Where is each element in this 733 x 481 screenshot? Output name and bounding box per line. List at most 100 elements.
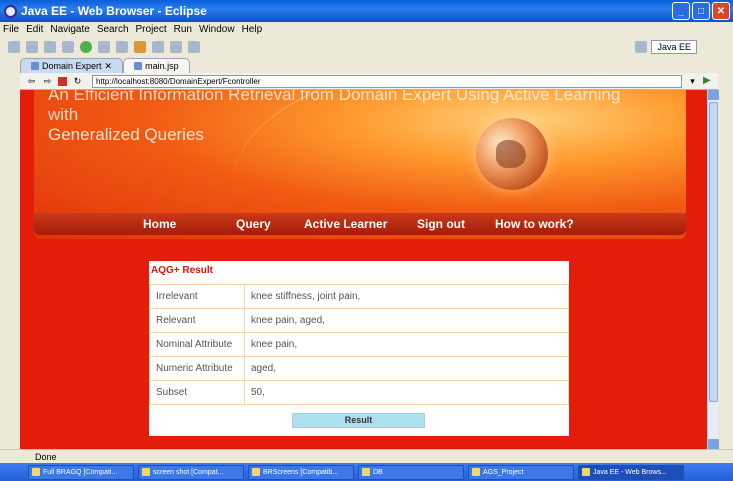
scroll-thumb[interactable]: [709, 102, 718, 402]
save-icon[interactable]: [26, 41, 38, 53]
url-input[interactable]: [92, 74, 682, 88]
tab-domain-expert[interactable]: Domain Expert ✕: [20, 58, 124, 73]
taskbar-item-label: AGS_Project: [483, 468, 524, 476]
right-trim: [718, 57, 733, 449]
menubar: File Edit Navigate Search Project Run Wi…: [0, 22, 733, 37]
row-label: Nominal Attribute: [149, 332, 245, 357]
run-icon[interactable]: [80, 41, 92, 53]
jsp-file-icon: [134, 62, 143, 70]
open-type-icon[interactable]: [134, 41, 146, 53]
menu-help[interactable]: Help: [242, 24, 263, 35]
nav-query[interactable]: Query: [236, 217, 271, 231]
result-panel: AQG+ Result Irrelevant knee stiffness, j…: [149, 261, 569, 436]
status-bar: Done: [0, 449, 733, 463]
taskbar-item[interactable]: DB: [358, 464, 464, 480]
tab-close-icon[interactable]: ✕: [105, 61, 113, 72]
perspective-switcher[interactable]: Java EE: [635, 39, 697, 55]
status-text: Done: [35, 451, 57, 462]
row-label: Relevant: [149, 308, 245, 333]
row-value: 50,: [244, 380, 569, 405]
new-class-icon[interactable]: [116, 41, 128, 53]
row-value: knee pain, aged,: [244, 308, 569, 333]
nav-home[interactable]: Home: [143, 217, 176, 231]
page-scrollbar[interactable]: [707, 90, 719, 449]
row-value: knee pain,: [244, 332, 569, 357]
menu-window[interactable]: Window: [199, 24, 235, 35]
debug-icon[interactable]: [62, 41, 74, 53]
menu-run[interactable]: Run: [174, 24, 192, 35]
back-icon[interactable]: ⇦: [26, 76, 37, 87]
tab-main-jsp[interactable]: main.jsp: [123, 58, 190, 73]
scroll-up-icon[interactable]: [708, 90, 719, 100]
eclipse-icon: [4, 4, 17, 18]
menu-project[interactable]: Project: [136, 24, 167, 35]
new-server-icon[interactable]: [98, 41, 110, 53]
back-nav-icon[interactable]: [170, 41, 182, 53]
web-page: An Efficient Information Retrieval from …: [20, 90, 707, 449]
search-icon[interactable]: [152, 41, 164, 53]
new-icon[interactable]: [8, 41, 20, 53]
url-dropdown-icon[interactable]: ▾: [687, 76, 698, 87]
table-row: Numeric Attribute aged,: [149, 356, 569, 381]
site-title-line-1: An Efficient Information Retrieval from …: [48, 90, 621, 124]
go-icon[interactable]: ▶: [703, 75, 715, 87]
table-row: Subset 50,: [149, 380, 569, 405]
word-doc-icon: [32, 468, 40, 476]
taskbar-item-label: BRScreens [Compatib...: [263, 468, 339, 476]
result-title: AQG+ Result: [151, 265, 213, 276]
menu-edit[interactable]: Edit: [26, 24, 43, 35]
menu-file[interactable]: File: [3, 24, 19, 35]
nav-active-learner[interactable]: Active Learner: [304, 217, 387, 231]
row-value: aged,: [244, 356, 569, 381]
scroll-down-icon[interactable]: [708, 439, 719, 449]
window-controls: _ □ ✕: [672, 2, 730, 20]
main-toolbar: [0, 37, 733, 57]
print-icon[interactable]: [44, 41, 56, 53]
word-doc-icon: [142, 468, 150, 476]
taskbar-item-label: DB: [373, 468, 383, 476]
taskbar-item-label: Full BRAGQ [Compati...: [43, 468, 118, 476]
menu-search[interactable]: Search: [97, 24, 129, 35]
minimize-button[interactable]: _: [672, 2, 690, 20]
table-row: Irrelevant knee stiffness, joint pain,: [149, 284, 569, 309]
nav-sign-out[interactable]: Sign out: [417, 217, 465, 231]
close-button[interactable]: ✕: [712, 2, 730, 20]
forward-icon[interactable]: ⇨: [42, 76, 53, 87]
row-label: Numeric Attribute: [149, 356, 245, 381]
tab-label: Domain Expert: [42, 61, 102, 71]
editor-tabs: Domain Expert ✕ main.jsp: [20, 57, 718, 73]
row-label: Irrelevant: [149, 284, 245, 309]
row-value: knee stiffness, joint pain,: [244, 284, 569, 309]
word-doc-icon: [252, 468, 260, 476]
site-title: An Efficient Information Retrieval from …: [48, 90, 648, 145]
taskbar-item-label: screen shot [Compat...: [153, 468, 224, 476]
nav-how-to-work[interactable]: How to work?: [495, 217, 574, 231]
taskbar: Full BRAGQ [Compati... screen shot [Comp…: [0, 463, 733, 481]
taskbar-item[interactable]: Java EE - Web Brows...: [578, 464, 684, 480]
table-row: Nominal Attribute knee pain,: [149, 332, 569, 357]
window-titlebar: Java EE - Web Browser - Eclipse _ □ ✕: [0, 0, 733, 22]
window-title: Java EE - Web Browser - Eclipse: [21, 4, 207, 18]
taskbar-item-label: Java EE - Web Brows...: [593, 468, 667, 476]
taskbar-item[interactable]: screen shot [Compat...: [138, 464, 244, 480]
stop-icon[interactable]: [58, 76, 67, 86]
eclipse-icon: [582, 468, 590, 476]
open-perspective-icon[interactable]: [635, 41, 648, 53]
taskbar-item[interactable]: Full BRAGQ [Compati...: [28, 464, 134, 480]
site-title-line-2: Generalized Queries: [48, 125, 204, 144]
taskbar-item[interactable]: AGS_Project: [468, 464, 574, 480]
site-nav: Home Query Active Learner Sign out How t…: [34, 213, 686, 235]
result-table: Irrelevant knee stiffness, joint pain, R…: [149, 284, 569, 405]
left-trim: [0, 57, 20, 449]
forward-nav-icon[interactable]: [188, 41, 200, 53]
maximize-button[interactable]: □: [692, 2, 710, 20]
folder-icon: [472, 468, 480, 476]
refresh-icon[interactable]: ↻: [72, 76, 83, 87]
taskbar-item[interactable]: BRScreens [Compatib...: [248, 464, 354, 480]
folder-icon: [362, 468, 370, 476]
result-button[interactable]: Result: [292, 413, 425, 428]
row-label: Subset: [149, 380, 245, 405]
menu-navigate[interactable]: Navigate: [50, 24, 89, 35]
perspective-java-ee[interactable]: Java EE: [651, 40, 697, 54]
tab-label: main.jsp: [145, 61, 179, 71]
